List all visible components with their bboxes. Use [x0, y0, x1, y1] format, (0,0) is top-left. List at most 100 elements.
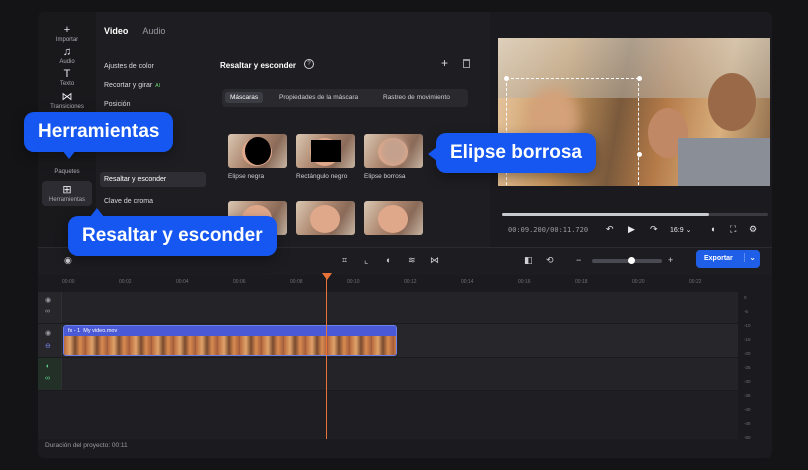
- empty-track-area[interactable]: [38, 391, 738, 439]
- video-clip[interactable]: fx - 1 My video.mov: [63, 325, 397, 356]
- volume-icon[interactable]: ◖: [710, 224, 715, 234]
- tab-video[interactable]: Video: [104, 26, 128, 36]
- resize-handle[interactable]: [637, 152, 642, 157]
- link-icon[interactable]: ∞: [45, 375, 50, 382]
- fullscreen-icon[interactable]: ⛶: [730, 224, 736, 235]
- meter-label: -15: [744, 337, 751, 342]
- aspect-ratio-select[interactable]: 16:9 ⌄: [670, 226, 691, 234]
- overlay-track[interactable]: [38, 292, 738, 323]
- thumb-label: Rectángulo negro: [296, 173, 348, 180]
- time-readout: 00:09.200/00:11.720: [508, 226, 589, 234]
- aspect-ratio-value: 16:9: [670, 227, 684, 234]
- track-header: ◖ ∞: [38, 358, 62, 390]
- menu-item-crop[interactable]: Recortar y girar AI: [100, 78, 206, 93]
- ruler-tick: 00:22: [689, 279, 702, 285]
- text-icon: T: [63, 68, 71, 80]
- mask-blur-ellipse[interactable]: [364, 134, 423, 168]
- playhead-handle[interactable]: [322, 273, 332, 280]
- frame-icon[interactable]: ⌗: [342, 255, 347, 266]
- playback-progress[interactable]: [502, 213, 768, 216]
- tab-audio[interactable]: Audio: [142, 26, 165, 36]
- clip-header: fx - 1 My video.mov: [64, 326, 396, 336]
- resize-handle[interactable]: [637, 76, 642, 81]
- rail-text[interactable]: T Texto: [42, 68, 92, 87]
- adjust-icon[interactable]: ≋: [408, 255, 416, 266]
- ruler-tick: 00:16: [518, 279, 531, 285]
- mask-black-rectangle[interactable]: [296, 134, 355, 168]
- add-icon[interactable]: +: [441, 56, 448, 70]
- playhead[interactable]: [326, 275, 327, 439]
- ruler-tick: 00:08: [290, 279, 303, 285]
- rail-label: Herramientas: [48, 197, 85, 203]
- speaker-icon[interactable]: ◖: [45, 363, 49, 370]
- rail-import[interactable]: + Importar: [42, 24, 92, 43]
- play-icon[interactable]: ▶: [628, 224, 635, 235]
- menu-item-color[interactable]: Ajustes de color: [100, 59, 206, 74]
- menu-item-label: Recortar y girar: [104, 82, 153, 89]
- ruler-tick: 00:18: [575, 279, 588, 285]
- time-ruler[interactable]: 00:00 00:02 00:04 00:06 00:08 00:10 00:1…: [62, 275, 742, 291]
- effects-icon[interactable]: ⋈: [430, 255, 439, 266]
- rail-label: Importar: [55, 37, 79, 43]
- rail-label: Audio: [59, 59, 75, 65]
- audio-meter: 0 -5 -10 -15 -20 -25 -30 -35 -40 -45 -50: [744, 293, 768, 445]
- crop-icon[interactable]: ⌞: [364, 255, 368, 266]
- callout-pointer: [90, 208, 104, 217]
- ruler-tick: 00:20: [632, 279, 645, 285]
- redo-icon[interactable]: ↷: [650, 224, 658, 235]
- music-icon: ♫: [62, 46, 72, 58]
- ruler-tick: 00:10: [347, 279, 360, 285]
- trash-icon[interactable]: [463, 59, 470, 68]
- snap-icon[interactable]: ⟲: [546, 255, 554, 266]
- menu-tabs: Video Audio: [104, 26, 177, 36]
- record-icon[interactable]: ◉: [64, 255, 72, 266]
- callout-tools: Herramientas: [24, 112, 174, 152]
- mask-thumb-row2-2[interactable]: [296, 201, 355, 235]
- menu-item-chroma[interactable]: Clave de croma: [100, 194, 206, 209]
- mask-black-ellipse[interactable]: [228, 134, 287, 168]
- transitions-icon: ⋈: [61, 91, 73, 103]
- ruler-tick: 00:06: [233, 279, 246, 285]
- help-icon[interactable]: ?: [304, 59, 314, 69]
- chevron-down-icon[interactable]: ⌄: [744, 253, 756, 262]
- meter-label: -50: [744, 435, 751, 440]
- zoom-knob[interactable]: [628, 257, 635, 264]
- rail-tools[interactable]: ⊞ Herramientas: [42, 181, 92, 206]
- project-duration: Duración del proyecto: 00:11: [45, 442, 128, 449]
- undo-icon[interactable]: ↶: [606, 224, 614, 235]
- tab-mask-properties[interactable]: Propiedades de la máscara: [274, 92, 363, 103]
- rail-transitions[interactable]: ⋈ Transiciones: [42, 91, 92, 110]
- split-audio-icon[interactable]: ◧: [524, 255, 533, 266]
- ruler-tick: 00:14: [461, 279, 474, 285]
- person-face: [708, 73, 756, 131]
- mask-tabs: Máscaras Propiedades de la máscara Rastr…: [222, 89, 468, 107]
- settings-icon[interactable]: ⚙: [749, 224, 757, 235]
- rail-packages[interactable]: Paquetes: [42, 169, 92, 175]
- zoom-slider[interactable]: [592, 257, 662, 264]
- zoom-in-icon[interactable]: +: [668, 255, 673, 265]
- meter-label: -10: [744, 323, 751, 328]
- lock-icon[interactable]: ⊖: [45, 342, 51, 350]
- zoom-out-icon[interactable]: −: [576, 255, 581, 265]
- menu-item-highlight[interactable]: Resaltar y esconder: [100, 172, 206, 187]
- speed-icon[interactable]: ◐: [386, 255, 391, 265]
- menu-item-position[interactable]: Posición: [100, 97, 206, 112]
- ruler-tick: 00:02: [119, 279, 132, 285]
- meter-label: -25: [744, 365, 751, 370]
- callout-blur-ellipse: Elipse borrosa: [436, 133, 596, 173]
- export-button[interactable]: Exportar ⌄: [696, 250, 760, 268]
- callout-highlight: Resaltar y esconder: [68, 216, 277, 256]
- tab-masks[interactable]: Máscaras: [225, 92, 264, 103]
- eye-icon[interactable]: ◉: [45, 296, 51, 304]
- tab-motion-tracking[interactable]: Rastreo de movimiento: [378, 92, 455, 103]
- mask-background-blur[interactable]: [364, 201, 423, 235]
- rail-audio[interactable]: ♫ Audio: [42, 46, 92, 65]
- eye-icon[interactable]: ◉: [45, 329, 51, 337]
- resize-handle[interactable]: [504, 76, 509, 81]
- clip-name: My video.mov: [83, 328, 118, 334]
- rail-label: Paquetes: [54, 169, 80, 175]
- tools-icon: ⊞: [62, 184, 72, 196]
- clip-thumbnails: [64, 336, 396, 355]
- audio-track[interactable]: [38, 358, 738, 390]
- link-icon[interactable]: ∞: [45, 308, 50, 315]
